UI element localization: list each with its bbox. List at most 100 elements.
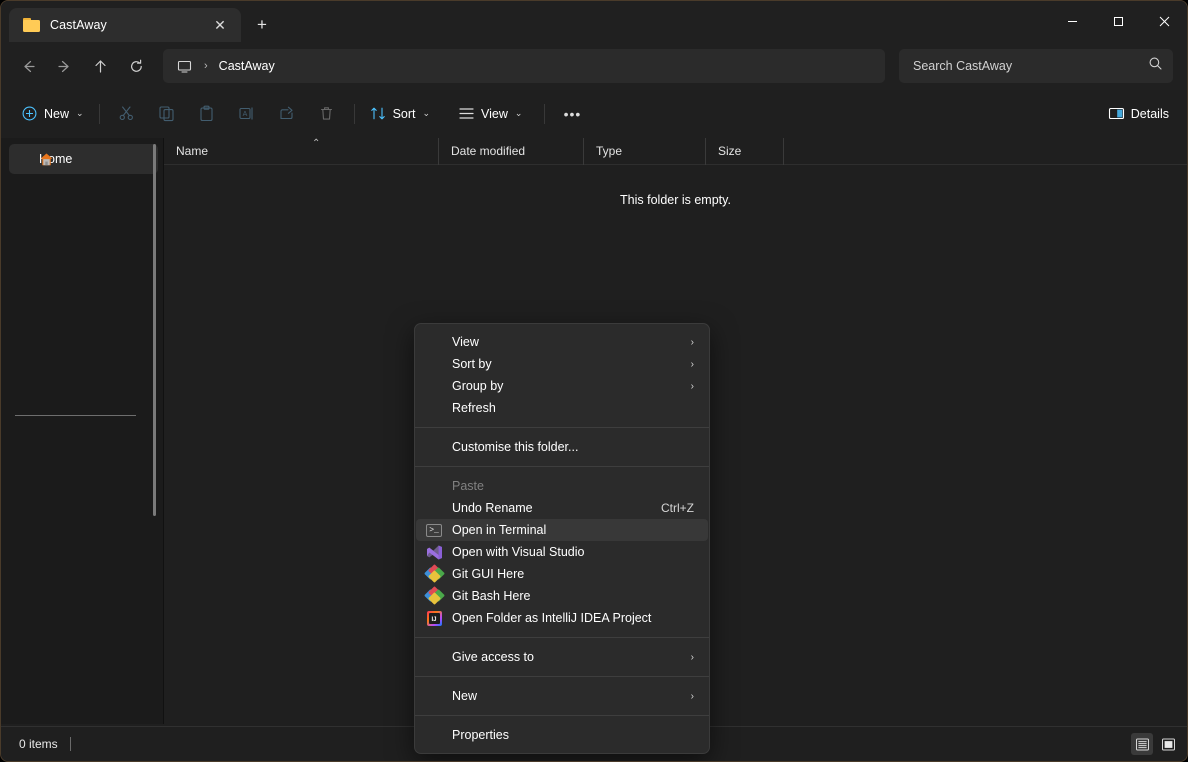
new-button[interactable]: New ⌄ xyxy=(13,98,92,130)
menu-item-open-in-terminal[interactable]: >_ Open in Terminal xyxy=(416,519,708,541)
menu-item-open-folder-as-intellij-idea-project[interactable]: IJ Open Folder as IntelliJ IDEA Project xyxy=(416,607,708,629)
share-button[interactable] xyxy=(267,98,307,130)
chevron-down-icon-sort: ⌄ xyxy=(423,108,431,119)
breadcrumb-current[interactable]: CastAway xyxy=(219,59,275,73)
tab-castaway[interactable]: CastAway ✕ xyxy=(9,8,241,42)
new-tab-button[interactable]: + xyxy=(245,8,279,42)
delete-button[interactable] xyxy=(307,98,347,130)
address-bar: › CastAway Search CastAway xyxy=(1,42,1187,90)
menu-item-group-by[interactable]: Group by › xyxy=(416,375,708,397)
command-bar: New ⌄ A Sort ⌄ View xyxy=(1,90,1187,138)
column-header-date-modified-label: Date modified xyxy=(451,144,525,158)
toolbar-divider-3 xyxy=(544,104,545,124)
minimize-button[interactable] xyxy=(1049,1,1095,42)
overflow-button[interactable]: ••• xyxy=(552,98,592,130)
back-button[interactable] xyxy=(11,49,45,83)
column-headers: Name ⌃ Date modified Type Size xyxy=(164,138,1187,165)
view-button[interactable]: View ⌄ xyxy=(450,98,530,130)
visual-studio-icon xyxy=(416,544,452,561)
sidebar-divider xyxy=(15,415,136,416)
sidebar-item-home[interactable]: Home xyxy=(9,144,158,174)
breadcrumb[interactable]: › CastAway xyxy=(163,49,885,83)
menu-item-label: Customise this folder... xyxy=(452,440,694,454)
copy-button[interactable] xyxy=(147,98,187,130)
status-divider xyxy=(70,737,71,751)
overflow-label: ••• xyxy=(564,106,582,122)
menu-item-label: Git Bash Here xyxy=(452,589,694,603)
menu-item-git-gui-here[interactable]: Git GUI Here xyxy=(416,563,708,585)
menu-item-give-access-to[interactable]: Give access to › xyxy=(416,646,708,668)
window-controls xyxy=(1049,1,1187,42)
menu-item-undo-rename[interactable]: Undo Rename Ctrl+Z xyxy=(416,497,708,519)
menu-divider xyxy=(415,637,709,638)
paste-button[interactable] xyxy=(187,98,227,130)
maximize-button[interactable] xyxy=(1095,1,1141,42)
context-menu-group: New › xyxy=(415,682,709,710)
menu-item-customise-this-folder[interactable]: Customise this folder... xyxy=(416,436,708,458)
new-button-label: New xyxy=(44,107,69,121)
toolbar-divider xyxy=(99,104,100,124)
menu-divider xyxy=(415,715,709,716)
rename-button[interactable]: A xyxy=(227,98,267,130)
sidebar-scrollbar[interactable] xyxy=(153,144,156,516)
menu-item-label: Group by xyxy=(452,379,683,393)
tab-strip: CastAway ✕ + xyxy=(1,1,279,42)
intellij-idea-icon: IJ xyxy=(416,611,452,626)
toolbar-divider-2 xyxy=(354,104,355,124)
forward-button[interactable] xyxy=(47,49,81,83)
large-icons-view-button[interactable] xyxy=(1157,733,1179,755)
close-window-button[interactable] xyxy=(1141,1,1187,42)
context-menu-group: Give access to › xyxy=(415,643,709,671)
menu-item-label: Git GUI Here xyxy=(452,567,694,581)
menu-item-label: New xyxy=(452,689,683,703)
file-explorer-window: CastAway ✕ + xyxy=(0,0,1188,762)
menu-item-label: Open Folder as IntelliJ IDEA Project xyxy=(452,611,694,625)
search-icon[interactable] xyxy=(1148,56,1163,76)
menu-item-accelerator: Ctrl+Z xyxy=(661,501,694,515)
menu-item-properties[interactable]: Properties xyxy=(416,724,708,746)
sort-button-label: Sort xyxy=(393,107,416,121)
menu-item-open-with-visual-studio[interactable]: Open with Visual Studio xyxy=(416,541,708,563)
column-header-type[interactable]: Type xyxy=(584,138,706,165)
menu-item-label: Refresh xyxy=(452,401,694,415)
search-input[interactable]: Search CastAway xyxy=(899,49,1173,83)
column-header-size[interactable]: Size xyxy=(706,138,784,165)
title-bar: CastAway ✕ + xyxy=(1,1,1187,42)
close-tab-icon[interactable]: ✕ xyxy=(207,12,233,38)
refresh-button[interactable] xyxy=(119,49,153,83)
details-view-button[interactable] xyxy=(1131,733,1153,755)
menu-divider xyxy=(415,466,709,467)
menu-item-paste: Paste xyxy=(416,475,708,497)
chevron-right-icon: › xyxy=(691,359,694,370)
details-pane-button[interactable]: Details xyxy=(1100,98,1177,130)
context-menu-group: Properties xyxy=(415,721,709,749)
column-header-name[interactable]: Name ⌃ xyxy=(164,138,439,165)
menu-item-refresh[interactable]: Refresh xyxy=(416,397,708,419)
column-header-name-label: Name xyxy=(176,144,208,158)
menu-item-git-bash-here[interactable]: Git Bash Here xyxy=(416,585,708,607)
column-header-type-label: Type xyxy=(596,144,622,158)
menu-item-label: Properties xyxy=(452,728,694,742)
menu-divider xyxy=(415,676,709,677)
empty-folder-message: This folder is empty. xyxy=(164,193,1187,207)
menu-item-label: Give access to xyxy=(452,650,683,664)
column-header-size-label: Size xyxy=(718,144,741,158)
menu-item-label: Sort by xyxy=(452,357,683,371)
up-button[interactable] xyxy=(83,49,117,83)
git-icon xyxy=(416,588,452,605)
sort-ascending-icon: ⌃ xyxy=(312,139,320,149)
context-menu-group: Customise this folder... xyxy=(415,433,709,461)
navigation-pane: Home xyxy=(1,138,164,724)
breadcrumb-separator: › xyxy=(199,60,215,72)
cut-button[interactable] xyxy=(107,98,147,130)
details-pane-label: Details xyxy=(1131,107,1169,121)
chevron-down-icon: ⌄ xyxy=(76,108,84,119)
menu-item-view[interactable]: View › xyxy=(416,331,708,353)
menu-item-label: Paste xyxy=(452,479,694,493)
menu-item-label: Open in Terminal xyxy=(452,523,694,537)
column-header-date-modified[interactable]: Date modified xyxy=(439,138,584,165)
menu-item-new[interactable]: New › xyxy=(416,685,708,707)
sort-button[interactable]: Sort ⌄ xyxy=(362,98,438,130)
menu-item-label: Undo Rename xyxy=(452,501,661,515)
menu-item-sort-by[interactable]: Sort by › xyxy=(416,353,708,375)
